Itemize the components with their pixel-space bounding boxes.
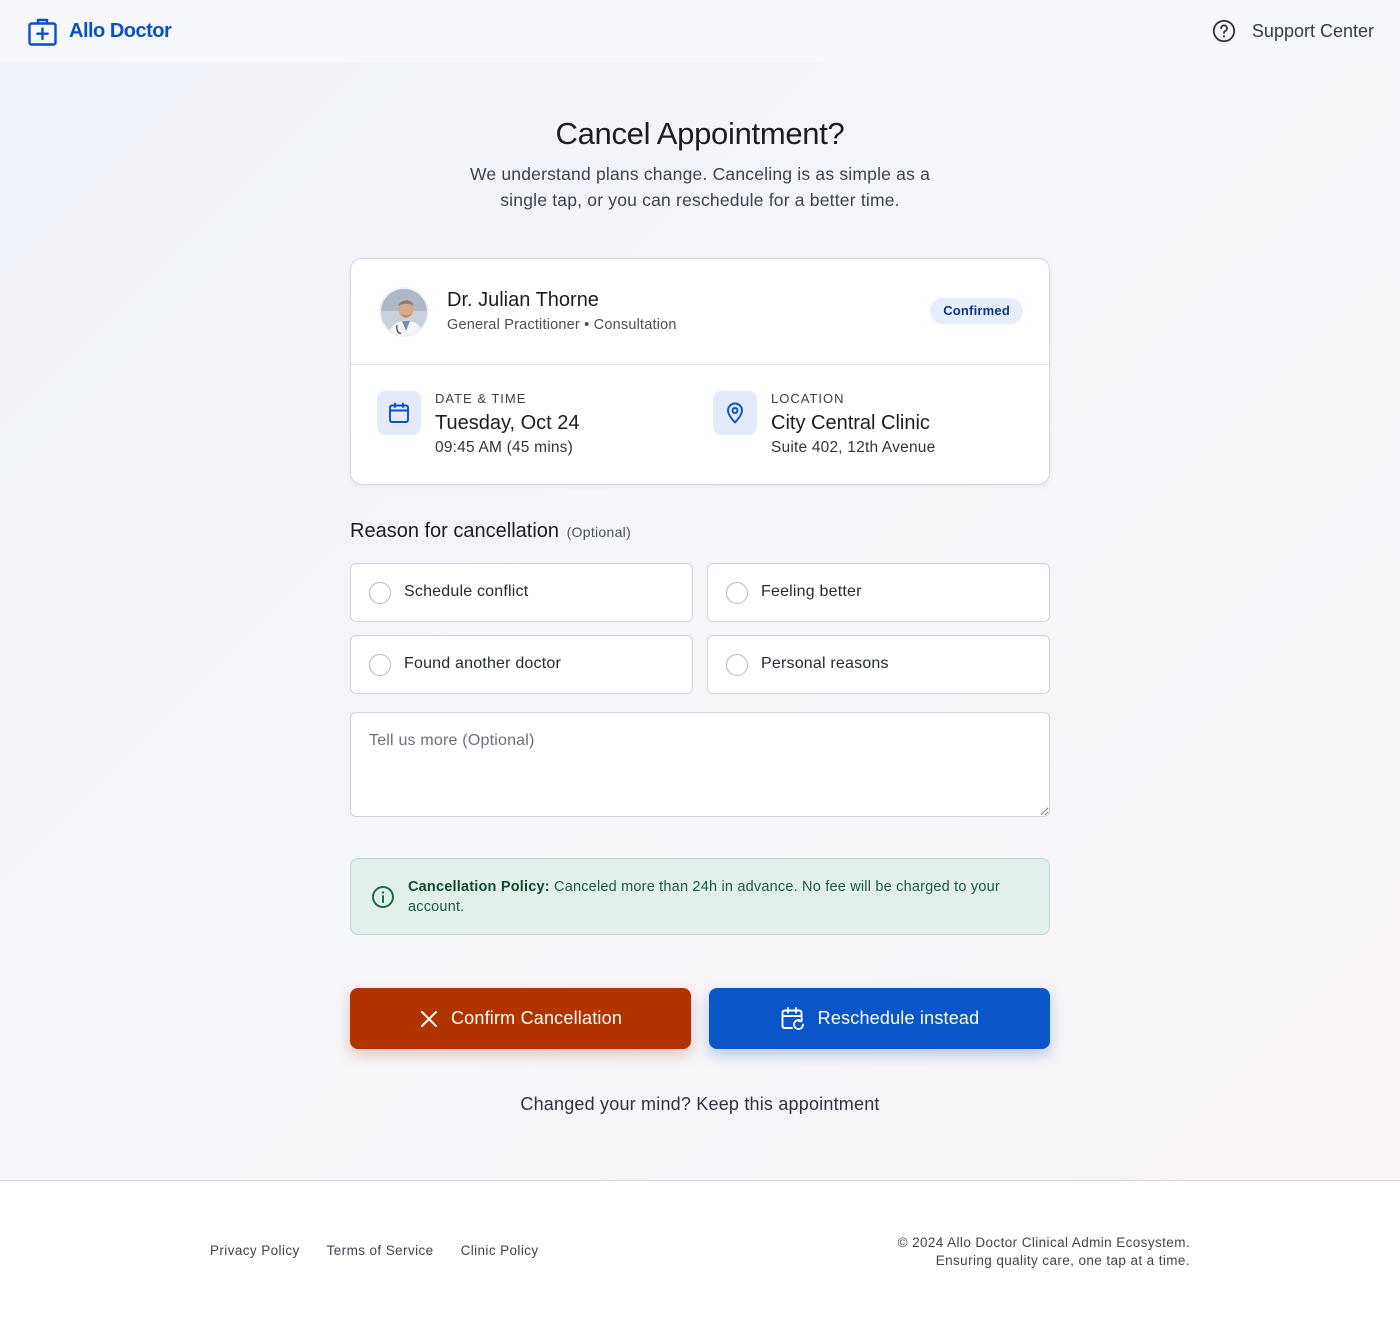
copyright-line: © 2024 Allo Doctor Clinical Admin Ecosys… bbox=[897, 1235, 1190, 1250]
reason-heading: Reason for cancellation (Optional) bbox=[350, 520, 631, 543]
confirm-cancellation-label: Confirm Cancellation bbox=[450, 1008, 623, 1028]
cancellation-policy-notice: Cancellation Policy: Canceled more than … bbox=[350, 858, 1050, 935]
map-pin-icon bbox=[727, 402, 743, 424]
close-icon bbox=[420, 1010, 437, 1027]
reason-option-label: Personal reasons bbox=[761, 655, 889, 672]
reason-details-textarea[interactable] bbox=[350, 712, 1050, 817]
location-label: LOCATION bbox=[771, 391, 845, 406]
footer-copyright: © 2024 Allo Doctor Clinical Admin Ecosys… bbox=[898, 1234, 1190, 1270]
reason-option-schedule-conflict[interactable]: Schedule conflict bbox=[350, 563, 693, 622]
terms-of-service-link[interactable]: Terms of Service bbox=[327, 1243, 434, 1258]
calendar-refresh-icon bbox=[781, 1006, 804, 1030]
reschedule-label: Reschedule instead bbox=[817, 1008, 980, 1028]
location-address: Suite 402, 12th Avenue bbox=[771, 439, 936, 456]
doctor-specialty: General Practitioner • Consultation bbox=[447, 317, 677, 333]
brand-name: Allo Doctor bbox=[69, 19, 172, 42]
help-circle-icon bbox=[1212, 19, 1236, 43]
appointment-card: Dr. Julian Thorne General Practitioner •… bbox=[350, 258, 1050, 485]
calendar-icon bbox=[389, 402, 409, 423]
brand[interactable]: Allo Doctor bbox=[28, 17, 172, 46]
main-content: Cancel Appointment? We understand plans … bbox=[0, 62, 1400, 1180]
top-bar: Allo Doctor Support Center bbox=[0, 0, 1400, 62]
privacy-policy-link[interactable]: Privacy Policy bbox=[210, 1243, 300, 1258]
location-name: City Central Clinic bbox=[771, 412, 930, 434]
page-title: Cancel Appointment? bbox=[555, 116, 845, 151]
calendar-icon-box bbox=[377, 391, 421, 435]
doctor-avatar bbox=[379, 287, 429, 337]
datetime-label: DATE & TIME bbox=[435, 391, 527, 406]
status-badge: Confirmed bbox=[930, 298, 1023, 324]
policy-text: Cancellation Policy: Canceled more than … bbox=[408, 877, 1028, 917]
reason-title: Reason for cancellation bbox=[350, 520, 560, 542]
page-subtitle: We understand plans change. Canceling is… bbox=[469, 164, 931, 210]
reason-option-label: Found another doctor bbox=[404, 655, 561, 672]
reason-optional-note: (Optional) bbox=[566, 524, 632, 540]
confirm-cancellation-button[interactable]: Confirm Cancellation bbox=[350, 988, 691, 1049]
footer-links: Privacy Policy Terms of Service Clinic P… bbox=[210, 1243, 539, 1258]
keep-appointment-link[interactable]: Changed your mind? Keep this appointment bbox=[0, 1094, 1400, 1115]
radio-button[interactable] bbox=[369, 582, 391, 604]
reason-option-label: Schedule conflict bbox=[404, 583, 529, 600]
reason-option-found-another-doctor[interactable]: Found another doctor bbox=[350, 635, 693, 694]
reason-option-feeling-better[interactable]: Feeling better bbox=[707, 563, 1050, 622]
medical-kit-icon bbox=[28, 18, 57, 46]
reason-option-label: Feeling better bbox=[761, 583, 862, 600]
policy-label: Cancellation Policy: bbox=[408, 879, 550, 895]
support-center-link[interactable]: Support Center bbox=[1212, 19, 1374, 43]
radio-button[interactable] bbox=[726, 582, 748, 604]
clinic-policy-link[interactable]: Clinic Policy bbox=[461, 1243, 539, 1258]
radio-button[interactable] bbox=[726, 654, 748, 676]
doctor-name: Dr. Julian Thorne bbox=[447, 289, 599, 311]
reason-option-personal-reasons[interactable]: Personal reasons bbox=[707, 635, 1050, 694]
doctor-header: Dr. Julian Thorne General Practitioner •… bbox=[351, 259, 1049, 365]
appointment-time: 09:45 AM (45 mins) bbox=[435, 439, 573, 456]
footer: Privacy Policy Terms of Service Clinic P… bbox=[0, 1181, 1400, 1321]
location-icon-box bbox=[713, 391, 757, 435]
tagline: Ensuring quality care, one tap at a time… bbox=[935, 1253, 1190, 1268]
reschedule-button[interactable]: Reschedule instead bbox=[709, 988, 1050, 1049]
radio-button[interactable] bbox=[369, 654, 391, 676]
appointment-date: Tuesday, Oct 24 bbox=[435, 412, 580, 434]
support-center-label: Support Center bbox=[1251, 20, 1374, 41]
info-icon bbox=[372, 886, 394, 908]
